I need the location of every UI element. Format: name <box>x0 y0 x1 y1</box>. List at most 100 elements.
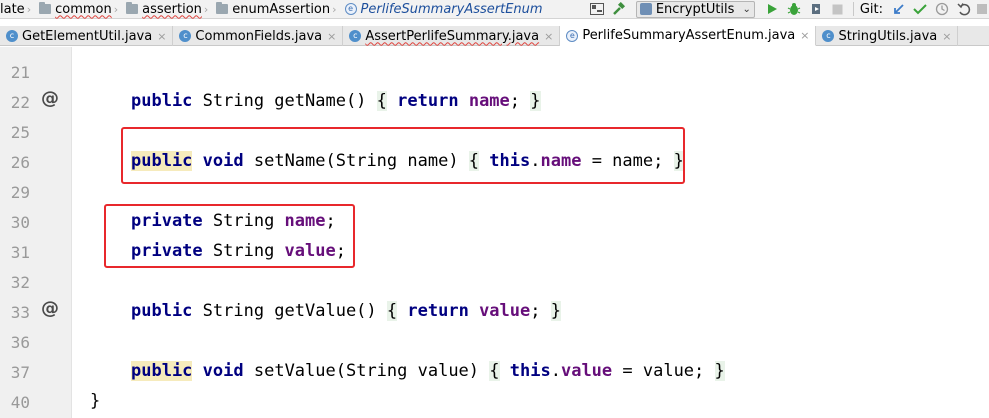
tab-common-fields[interactable]: c CommonFields.java × <box>173 26 344 46</box>
enum-icon: e <box>344 3 357 15</box>
close-icon[interactable]: × <box>157 30 166 43</box>
line-number: 36 <box>10 333 30 352</box>
close-icon[interactable]: × <box>544 30 553 43</box>
folded-brace: { <box>489 361 500 381</box>
line-number: 40 <box>10 393 30 412</box>
keyword: return <box>397 91 459 111</box>
keyword: return <box>407 301 469 321</box>
editor-tab-bar: c GetElementUtil.java × c CommonFields.j… <box>0 26 989 46</box>
tab-label: AssertPerlifeSummary.java <box>365 28 540 44</box>
java-enum-icon: e <box>566 29 579 42</box>
chevron-down-icon: ⌄ <box>742 3 751 15</box>
breadcrumb-item[interactable]: common › <box>39 0 126 19</box>
breadcrumb-item[interactable]: e PerlifeSummaryAssertEnum <box>344 0 547 19</box>
annotation-highlight-box <box>121 127 685 184</box>
breadcrumb-label: enumAssertion <box>232 1 331 17</box>
breadcrumb-item[interactable]: late › <box>0 0 39 19</box>
breadcrumb-separator-icon: › <box>113 2 119 16</box>
undo-revert-icon[interactable] <box>955 0 973 18</box>
toolbar-divider <box>852 2 854 16</box>
java-class-icon: c <box>6 30 18 42</box>
code-text: String getName() <box>192 91 377 111</box>
line-number: 31 <box>10 243 30 262</box>
code-text: ; <box>530 301 551 321</box>
line-number: 30 <box>10 213 30 232</box>
field-reference: value <box>560 361 613 381</box>
project-structure-icon[interactable] <box>588 0 606 18</box>
override-icon[interactable]: @ <box>41 298 59 319</box>
java-class-icon: c <box>349 30 362 42</box>
configuration-icon <box>639 3 652 15</box>
settings-icon[interactable] <box>977 0 987 18</box>
keyword: public <box>131 301 193 321</box>
navigation-toolbar: late › common › assertion › enumAssertio… <box>0 0 989 19</box>
breadcrumb-item[interactable]: enumAssertion › <box>216 0 344 19</box>
field-reference: value <box>479 301 531 321</box>
folded-brace: } <box>714 361 725 381</box>
tab-get-element-util[interactable]: c GetElementUtil.java × <box>0 26 174 46</box>
java-class-icon: c <box>822 30 835 42</box>
folder-icon <box>39 2 52 14</box>
close-icon[interactable]: × <box>800 29 809 42</box>
debug-bug-icon[interactable] <box>785 0 803 18</box>
breadcrumb-label: common <box>55 1 112 17</box>
coverage-icon[interactable] <box>807 0 825 18</box>
line-number: 32 <box>10 273 30 292</box>
folded-brace: } <box>550 301 561 321</box>
code-text: . <box>550 361 561 381</box>
keyword: void <box>202 361 244 381</box>
close-icon[interactable]: × <box>942 30 951 43</box>
breadcrumb-separator-icon: › <box>203 2 209 16</box>
run-icon[interactable] <box>763 0 781 18</box>
class-closing-brace: } <box>90 391 101 411</box>
folder-icon <box>126 2 139 14</box>
stop-icon[interactable] <box>829 0 847 18</box>
git-update-arrow-icon[interactable] <box>889 0 907 18</box>
code-text: ; <box>509 91 531 111</box>
breadcrumb-separator-icon: › <box>332 2 337 16</box>
line-number: 29 <box>10 183 30 202</box>
build-hammer-icon[interactable] <box>610 0 628 18</box>
history-clock-icon[interactable] <box>933 0 951 18</box>
keyword: public <box>131 91 193 111</box>
code-line-get-value[interactable]: public String getValue() { return value;… <box>131 301 561 321</box>
folded-brace: } <box>530 91 541 111</box>
git-commit-check-icon[interactable] <box>911 0 929 18</box>
line-number: 26 <box>10 153 30 172</box>
code-text: String getValue() <box>192 301 387 321</box>
line-number: 33 <box>10 303 30 322</box>
tab-label: PerlifeSummaryAssertEnum.java <box>582 28 796 43</box>
git-label: Git: <box>859 1 883 17</box>
folded-brace: { <box>386 301 398 321</box>
field-reference: name <box>468 91 510 111</box>
keyword: public <box>131 361 193 381</box>
run-configuration-select[interactable]: EncryptUtils ⌄ <box>635 0 755 18</box>
breadcrumb-label: late <box>0 1 25 17</box>
tab-string-utils[interactable]: c StringUtils.java × <box>816 26 959 46</box>
line-number: 22 <box>10 93 30 112</box>
folder-icon <box>216 2 229 14</box>
code-text: = value; <box>612 361 715 381</box>
java-class-icon: c <box>179 30 192 42</box>
keyword: this <box>509 361 551 381</box>
override-icon[interactable]: @ <box>41 88 59 109</box>
line-number: 21 <box>10 63 30 82</box>
tab-perlife-summary-assert-enum[interactable]: e PerlifeSummaryAssertEnum.java × <box>560 26 817 46</box>
breadcrumb-item[interactable]: assertion › <box>126 0 216 19</box>
tab-label: GetElementUtil.java <box>22 28 153 44</box>
tab-assert-perlife-summary[interactable]: c AssertPerlifeSummary.java × <box>343 26 561 46</box>
annotation-highlight-box <box>104 204 355 268</box>
configuration-label: EncryptUtils <box>655 1 735 17</box>
breadcrumb-label: assertion <box>142 1 202 17</box>
folded-brace: { <box>376 91 387 111</box>
line-number: 25 <box>10 123 30 142</box>
close-icon[interactable]: × <box>327 30 336 43</box>
breadcrumb-label: PerlifeSummaryAssertEnum <box>360 1 543 17</box>
code-line-get-name[interactable]: public String getName() { return name; } <box>131 91 541 111</box>
code-line-set-value[interactable]: public void setValue(String value) { thi… <box>131 361 725 381</box>
